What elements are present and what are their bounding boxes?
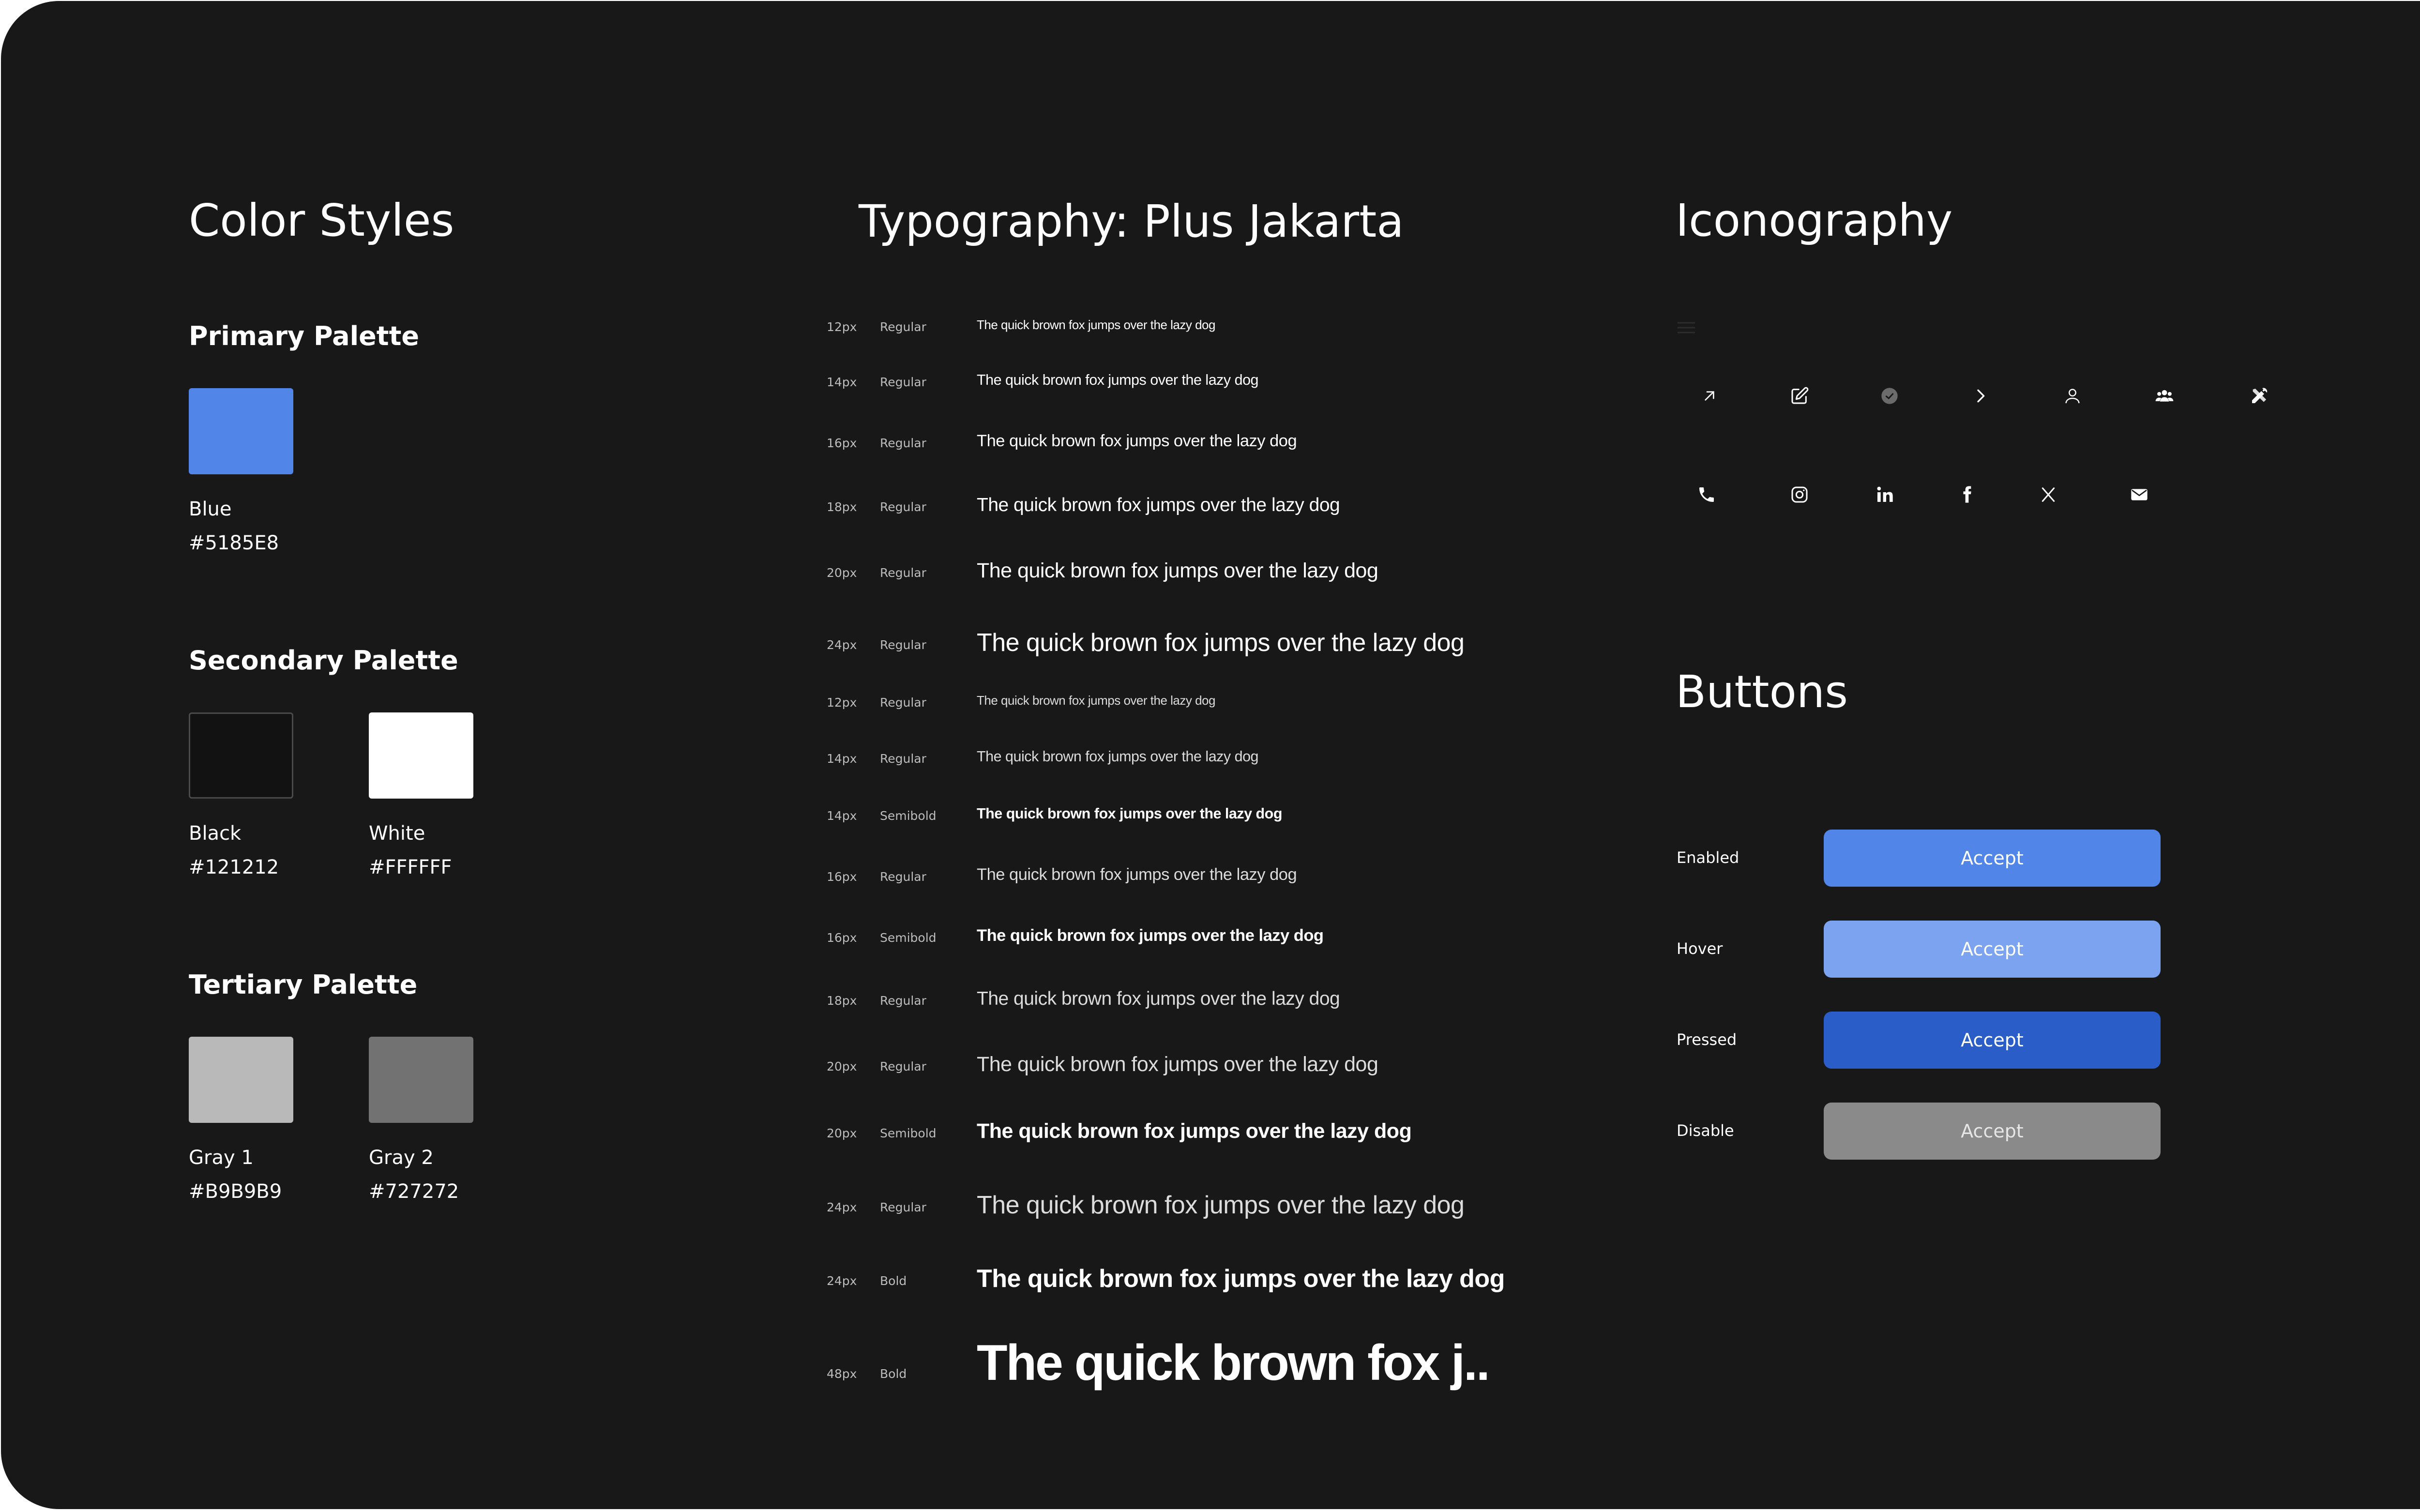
swatch-gray-2-name: Gray 2: [369, 1147, 434, 1169]
type-weight-label: Regular: [880, 994, 926, 1008]
mail-icon[interactable]: [2125, 480, 2154, 509]
state-label-pressed: Pressed: [1677, 1030, 1737, 1049]
type-weight-label: Regular: [880, 1059, 926, 1074]
type-weight-label: Regular: [880, 500, 926, 514]
type-size-label: 20px: [827, 1059, 857, 1074]
type-size-label: 48px: [827, 1366, 857, 1381]
buttons-title: Buttons: [1676, 666, 1848, 718]
type-weight-label: Regular: [880, 566, 926, 580]
type-sample-text: The quick brown fox jumps over the lazy …: [977, 805, 1282, 822]
type-sample-text: The quick brown fox jumps over the lazy …: [977, 432, 1297, 450]
type-weight-label: Semibold: [880, 1126, 937, 1140]
type-sample-text: The quick brown fox jumps over the lazy …: [977, 748, 1259, 765]
type-size-label: 14px: [827, 751, 857, 766]
accept-button-hover[interactable]: Accept: [1824, 921, 2161, 978]
type-sample-text: The quick brown fox jumps over the lazy …: [977, 926, 1324, 945]
check-circle-icon[interactable]: [1875, 381, 1904, 410]
type-sample-text: The quick brown fox jumps over the lazy …: [977, 629, 1465, 657]
type-size-label: 24px: [827, 1273, 857, 1288]
tertiary-palette-heading: Tertiary Palette: [189, 969, 418, 1000]
accept-button-enabled[interactable]: Accept: [1824, 830, 2161, 887]
color-styles-title: Color Styles: [189, 195, 454, 246]
type-weight-label: Regular: [880, 375, 926, 389]
swatch-white-hex: #FFFFFF: [369, 856, 452, 878]
swatch-gray-2: [369, 1037, 473, 1123]
swatch-blue-name: Blue: [189, 498, 232, 520]
type-sample-text: The quick brown fox jumps over the lazy …: [977, 1265, 1505, 1293]
arrow-up-right-icon[interactable]: [1695, 381, 1724, 410]
edit-icon[interactable]: [1785, 381, 1814, 410]
chevron-right-icon[interactable]: [1966, 381, 1995, 410]
type-sample-text: The quick brown fox jumps over the lazy …: [977, 559, 1378, 582]
type-sample-text: The quick brown fox jumps over the lazy …: [977, 372, 1259, 388]
swatch-gray-1-hex: #B9B9B9: [189, 1180, 282, 1203]
facebook-icon[interactable]: [1952, 480, 1981, 509]
state-label-disable: Disable: [1677, 1121, 1734, 1140]
type-weight-label: Regular: [880, 869, 926, 884]
type-size-label: 16px: [827, 869, 857, 884]
type-weight-label: Regular: [880, 436, 926, 450]
linkedin-icon[interactable]: [1870, 480, 1899, 509]
type-sample-text: The quick brown fox jumps over the lazy …: [977, 1191, 1465, 1219]
type-sample-text: The quick brown fox jumps over the lazy …: [977, 988, 1340, 1009]
type-weight-label: Bold: [880, 1273, 907, 1288]
swatch-blue: [189, 388, 293, 474]
user-icon[interactable]: [2058, 381, 2087, 410]
type-size-label: 24px: [827, 637, 857, 652]
type-size-label: 18px: [827, 994, 857, 1008]
type-weight-label: Semibold: [880, 808, 937, 823]
users-group-icon[interactable]: [2150, 381, 2179, 410]
tools-icon[interactable]: [2245, 381, 2274, 410]
swatch-black-name: Black: [189, 822, 242, 845]
menu-icon: [1677, 320, 1696, 335]
type-sample-text: The quick brown fox jumps over the lazy …: [977, 495, 1340, 515]
swatch-blue-hex: #5185E8: [189, 532, 279, 554]
type-weight-label: Regular: [880, 751, 926, 766]
type-sample-text: The quick brown fox jumps over the lazy …: [977, 318, 1215, 332]
primary-palette-heading: Primary Palette: [189, 321, 420, 351]
swatch-gray-2-hex: #727272: [369, 1180, 459, 1203]
type-weight-label: Regular: [880, 319, 926, 334]
type-size-label: 20px: [827, 1126, 857, 1140]
typography-title: Typography: Plus Jakarta: [859, 196, 1404, 247]
type-size-label: 12px: [827, 319, 857, 334]
type-sample-text: The quick brown fox jumps over the lazy …: [977, 693, 1215, 708]
phone-icon[interactable]: [1692, 480, 1721, 509]
type-size-label: 20px: [827, 566, 857, 580]
type-size-label: 24px: [827, 1200, 857, 1214]
design-system-board: Color Styles Primary Palette Blue #5185E…: [1, 1, 2420, 1509]
type-sample-text: The quick brown fox jumps over the lazy …: [977, 1119, 1412, 1143]
swatch-white-name: White: [369, 822, 425, 845]
type-size-label: 12px: [827, 695, 857, 710]
secondary-palette-heading: Secondary Palette: [189, 645, 458, 676]
state-label-hover: Hover: [1677, 939, 1723, 958]
type-weight-label: Regular: [880, 637, 926, 652]
swatch-gray-1-name: Gray 1: [189, 1147, 254, 1169]
swatch-black-hex: #121212: [189, 856, 279, 878]
type-size-label: 16px: [827, 436, 857, 450]
accept-button-disabled[interactable]: Accept: [1824, 1103, 2161, 1160]
type-weight-label: Regular: [880, 1200, 926, 1214]
instagram-icon[interactable]: [1785, 480, 1814, 509]
swatch-black: [189, 712, 293, 799]
type-size-label: 16px: [827, 930, 857, 945]
type-sample-text: The quick brown fox jumps over the lazy …: [977, 1053, 1378, 1076]
type-weight-label: Regular: [880, 695, 926, 710]
type-sample-text: The quick brown fox jumps over the lazy …: [977, 865, 1297, 884]
type-size-label: 14px: [827, 375, 857, 389]
swatch-white: [369, 712, 473, 799]
state-label-enabled: Enabled: [1677, 848, 1739, 867]
iconography-title: Iconography: [1676, 195, 1953, 246]
accept-button-pressed[interactable]: Accept: [1824, 1012, 2161, 1069]
type-weight-label: Bold: [880, 1366, 907, 1381]
type-size-label: 14px: [827, 808, 857, 823]
x-twitter-icon[interactable]: [2034, 480, 2063, 509]
type-size-label: 18px: [827, 500, 857, 514]
type-weight-label: Semibold: [880, 930, 937, 945]
type-sample-text: The quick brown fox j..: [977, 1335, 1490, 1391]
swatch-gray-1: [189, 1037, 293, 1123]
